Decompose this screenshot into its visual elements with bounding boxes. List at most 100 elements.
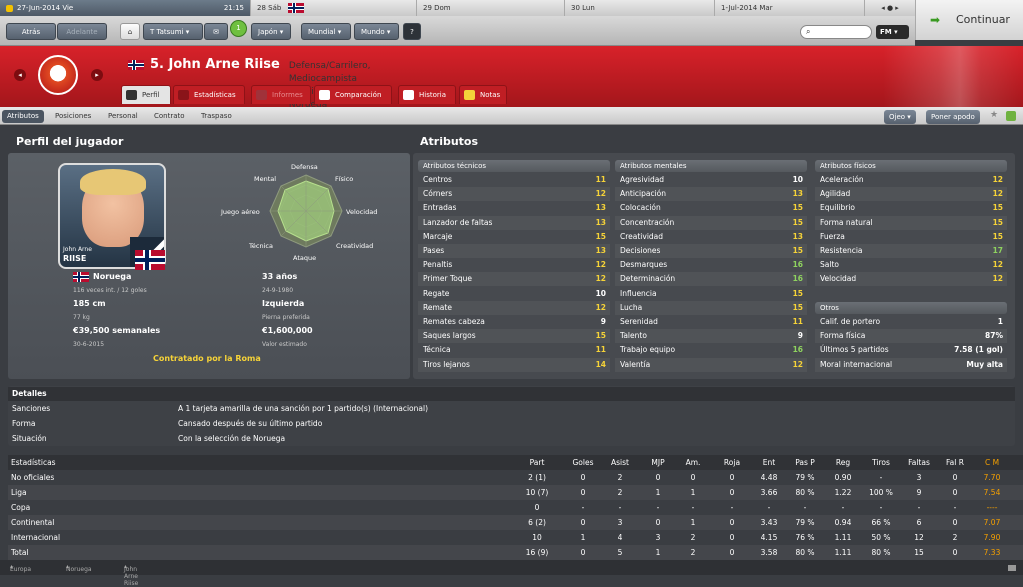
- stats-cell: 0: [952, 548, 958, 557]
- stats-cell: 50 %: [871, 533, 891, 542]
- search-input[interactable]: ⌕: [800, 25, 872, 39]
- globe-menu[interactable]: Mundo ▾: [354, 23, 399, 40]
- attribute-row[interactable]: Tiros lejanos 14: [418, 357, 610, 372]
- attribute-row[interactable]: Marcaje 15: [418, 230, 610, 244]
- attribute-row[interactable]: Fuerza 15: [815, 230, 1007, 244]
- attribute-row[interactable]: Desmarques 16: [615, 258, 807, 272]
- attribute-row[interactable]: Calif. de portero 1: [815, 315, 1007, 329]
- stats-cell: 0: [729, 533, 735, 542]
- radar-label-mental: Mental: [254, 175, 277, 183]
- attribute-row[interactable]: Creatividad 13: [615, 230, 807, 244]
- player-title: 5. John Arne Riise Defensa/Carrilero, Med…: [128, 57, 370, 110]
- attribute-row[interactable]: Velocidad 12: [815, 272, 1007, 287]
- attribute-row[interactable]: Decisiones 15: [615, 244, 807, 258]
- attribute-row[interactable]: Equilibrio 15: [815, 201, 1007, 215]
- attribute-row[interactable]: Lanzador de faltas 13: [418, 215, 610, 230]
- stats-row[interactable]: Internacional 10 1 4 3 2 0 4.15 76 % 1.11 50 % 12 2 7…: [8, 530, 1023, 545]
- stats-cell: 9: [916, 488, 922, 497]
- notification-icon[interactable]: 1: [230, 20, 247, 37]
- subtab-traspaso[interactable]: Traspaso: [196, 110, 237, 123]
- breadcrumb-item[interactable]: Noruega ▴: [66, 563, 92, 573]
- calendar-day-label: 29 Dom: [423, 4, 451, 12]
- attribute-row[interactable]: Colocación 15: [615, 201, 807, 215]
- attribute-row[interactable]: Remate 12: [418, 300, 610, 315]
- attribute-row[interactable]: Talento 9: [615, 329, 807, 344]
- tab-perfil[interactable]: Perfil: [121, 85, 171, 104]
- world-menu[interactable]: Mundial ▾: [301, 23, 351, 40]
- manager-menu[interactable]: T Tatsumi ▾: [143, 23, 203, 40]
- tab-label: Estadísticas: [194, 91, 236, 99]
- tab-historia[interactable]: Historia: [398, 85, 456, 104]
- attribute-row[interactable]: Primer Toque 12: [418, 272, 610, 287]
- current-date[interactable]: 27-Jun-2014 Vie 21:15: [0, 0, 250, 16]
- stats-row[interactable]: No oficiales 2 (1) 0 2 0 0 0 4.48 79 % 0.90 - 3 0 7.7…: [8, 470, 1023, 485]
- stats-cell: 0: [580, 548, 586, 557]
- attribute-row[interactable]: Salto 12: [815, 258, 1007, 272]
- attribute-row[interactable]: Resistencia 17: [815, 244, 1007, 258]
- calendar-day[interactable]: 29 Dom: [416, 0, 564, 16]
- attribute-row[interactable]: Forma natural 15: [815, 215, 1007, 230]
- attribute-row[interactable]: Determinación 16: [615, 272, 807, 287]
- breadcrumb-item[interactable]: John Arne Riise ▴: [124, 563, 138, 587]
- attribute-row[interactable]: Moral internacional Muy alta: [815, 357, 1007, 372]
- country-menu[interactable]: Japón ▾: [251, 23, 291, 40]
- attribute-row[interactable]: Remates cabeza 9: [418, 315, 610, 329]
- tab-notas[interactable]: Notas: [459, 85, 507, 104]
- prev-player-button[interactable]: ◂: [14, 69, 26, 81]
- breadcrumb-item[interactable]: Europa ▴: [10, 563, 31, 573]
- home-icon[interactable]: ⌂: [120, 23, 140, 40]
- calendar-nav[interactable]: ◂ ● ▸: [864, 0, 915, 16]
- tab-comparacion[interactable]: Comparación: [314, 85, 392, 104]
- attribute-row[interactable]: Saques largos 15: [418, 329, 610, 344]
- attribute-row[interactable]: Pases 13: [418, 244, 610, 258]
- subtab-posiciones[interactable]: Posiciones: [50, 110, 96, 123]
- attribute-row[interactable]: Forma física 87%: [815, 329, 1007, 344]
- attribute-row[interactable]: Agilidad 12: [815, 187, 1007, 202]
- attribute-row[interactable]: Técnica 11: [418, 343, 610, 357]
- stats-cell: Reg: [835, 458, 851, 467]
- resize-icon[interactable]: [1008, 565, 1016, 571]
- subtab-atributos[interactable]: Atributos: [2, 110, 44, 123]
- stats-row[interactable]: Continental 6 (2) 0 3 0 1 0 3.43 79 % 0.94 66 % 6 0 7…: [8, 515, 1023, 530]
- stats-label: Liga: [11, 488, 27, 497]
- edit-icon[interactable]: [1006, 111, 1016, 121]
- attribute-row[interactable]: Concentración 15: [615, 215, 807, 230]
- stats-row[interactable]: Liga 10 (7) 0 2 1 1 0 3.66 80 % 1.22 100 % 9 0 7.54: [8, 485, 1023, 500]
- stats-label: Total: [11, 548, 29, 557]
- subtab-personal[interactable]: Personal: [103, 110, 143, 123]
- attribute-row[interactable]: Penaltis 12: [418, 258, 610, 272]
- nickname-button[interactable]: Poner apodo: [926, 110, 980, 124]
- tab-informes[interactable]: Informes: [251, 85, 311, 104]
- fm-menu-button[interactable]: FM ▾: [876, 25, 909, 39]
- attribute-row[interactable]: Últimos 5 partidos 7.58 (1 gol): [815, 343, 1007, 357]
- attribute-row[interactable]: Entradas 13: [418, 201, 610, 215]
- attribute-row[interactable]: Serenidad 11: [615, 315, 807, 329]
- attribute-row[interactable]: Lucha 15: [615, 300, 807, 315]
- calendar-day[interactable]: 1-Jul-2014 Mar: [714, 0, 864, 16]
- mail-icon[interactable]: ✉: [204, 23, 228, 40]
- calendar-day[interactable]: 30 Lun: [564, 0, 714, 16]
- stats-row[interactable]: Copa 0- - - - - - - - - - - ----: [8, 500, 1023, 515]
- help-button[interactable]: ?: [403, 23, 421, 40]
- back-button[interactable]: Atrás: [6, 23, 56, 40]
- calendar-day-label: 30 Lun: [571, 4, 595, 12]
- attribute-row[interactable]: Trabajo equipo 16: [615, 343, 807, 357]
- attribute-row[interactable]: Aceleración 12: [815, 173, 1007, 187]
- attribute-row[interactable]: Valentía 12: [615, 357, 807, 372]
- subtab-contrato[interactable]: Contrato: [149, 110, 190, 123]
- star-icon[interactable]: ★: [990, 110, 998, 120]
- calendar-day[interactable]: 28 Sáb: [250, 0, 416, 16]
- attribute-row[interactable]: Regate 10: [418, 287, 610, 301]
- attribute-row[interactable]: Influencia 15: [615, 287, 807, 301]
- attribute-row[interactable]: Agresividad 10: [615, 173, 807, 187]
- forward-button[interactable]: Adelante: [57, 23, 107, 40]
- scout-button[interactable]: Ojeo ▾: [884, 110, 916, 124]
- attribute-row[interactable]: Córners 12: [418, 187, 610, 202]
- attribute-row[interactable]: Anticipación 13: [615, 187, 807, 202]
- attribute-row[interactable]: Centros 11: [418, 173, 610, 187]
- attribute-name: Desmarques: [620, 260, 668, 270]
- tab-estadisticas[interactable]: Estadísticas: [173, 85, 245, 104]
- continue-button[interactable]: ➡ Continuar: [915, 0, 1023, 40]
- stats-row[interactable]: Total 16 (9) 0 5 1 2 0 3.58 80 % 1.11 80 % 15 0 7.33: [8, 545, 1023, 560]
- next-player-button[interactable]: ▸: [91, 69, 103, 81]
